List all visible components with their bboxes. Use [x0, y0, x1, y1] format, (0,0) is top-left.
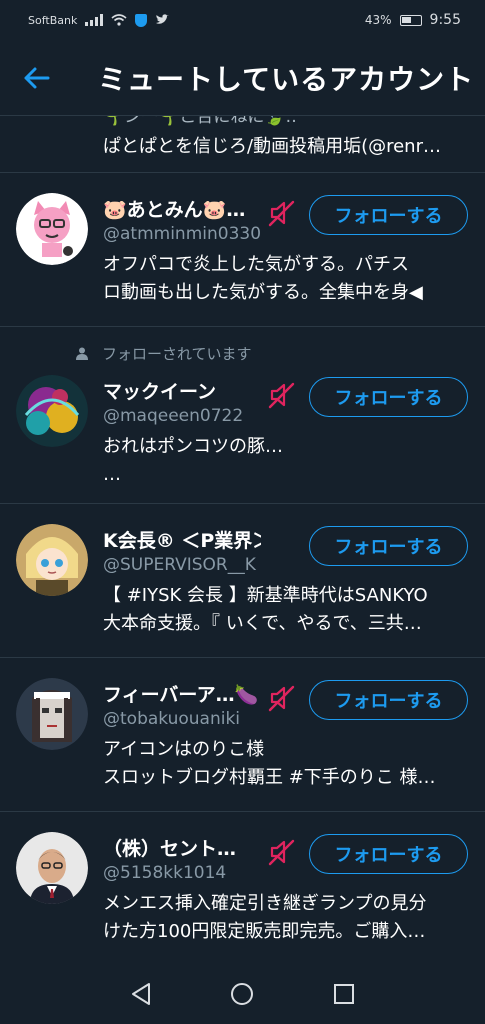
- account-bio: アイコンはのりこ様 スロットブログ村覇王 #下手のりこ 様…: [103, 739, 436, 788]
- account-name: K会長® ＜P業界＞#IY…: [103, 530, 261, 552]
- list-item[interactable]: K会長® ＜P業界＞#IY… @SUPERVISOR__K フォローする 【 #…: [0, 504, 485, 658]
- list-item[interactable]: （株）セント… @5158kk1014 フォローする メンエス挿入確定引き継ぎラ…: [0, 812, 485, 964]
- nav-home-button[interactable]: [229, 981, 255, 1007]
- battery-percent: 43%: [364, 13, 392, 27]
- list-item[interactable]: フィーバーア…🍆 @tobakuouaniki フォローする アイコンはのりこ様…: [0, 658, 485, 812]
- mute-icon[interactable]: [266, 837, 296, 867]
- account-handle: @5158kk1014: [103, 863, 227, 883]
- account-name: フィーバーア…🍆: [103, 684, 259, 706]
- followed-by-text: フォローされています: [102, 345, 252, 363]
- battery-icon: [399, 14, 422, 26]
- list-item-partial[interactable]: 🌱ンー🌱こ合にねに🍃‥ ぱとぱとを信じろ/動画投稿用垢(@renr…: [0, 116, 485, 173]
- clock: 9:55: [429, 12, 461, 28]
- follow-button[interactable]: フォローする: [309, 195, 468, 235]
- account-name: マックイーン: [103, 381, 217, 403]
- avatar[interactable]: [16, 524, 88, 596]
- follow-button[interactable]: フォローする: [309, 680, 468, 720]
- account-bio: オフパコで炎上した気がする。パチス ロ動画も出した気がする。全集中を身◀: [103, 254, 423, 303]
- account-bio: メンエス挿入確定引き継ぎランプの見分 けた方100円限定販売即完売。ご購入…: [103, 893, 427, 942]
- avatar[interactable]: [16, 832, 88, 904]
- nav-recents-button[interactable]: [331, 981, 357, 1007]
- page-title: ミュートしているアカウント: [98, 63, 475, 96]
- account-name: 🐷あとみん🐷…: [103, 199, 246, 221]
- follow-button[interactable]: フォローする: [309, 377, 468, 417]
- status-bar: SoftBank 43% 9:55: [0, 0, 485, 40]
- account-bio: 【 #IYSK 会長 】新基準時代はSANKYO 大本命支援。『 いくで、やるで…: [103, 585, 428, 634]
- mute-icon[interactable]: [266, 683, 296, 713]
- follow-button[interactable]: フォローする: [309, 834, 468, 874]
- nav-back-icon[interactable]: [130, 982, 152, 1006]
- nav-recents-icon[interactable]: [333, 983, 355, 1005]
- mute-icon[interactable]: [266, 380, 296, 410]
- wifi-icon: [111, 14, 127, 26]
- nav-back-button[interactable]: [128, 981, 154, 1007]
- muted-accounts-list[interactable]: 🌱ンー🌱こ合にねに🍃‥ ぱとぱとを信じろ/動画投稿用垢(@renr… 🐷あとみん…: [0, 116, 485, 964]
- header: ミュートしているアカウント: [0, 40, 485, 116]
- followed-by-label: フォローされています: [76, 343, 252, 364]
- twitter-bird-icon: [156, 14, 170, 24]
- person-icon: [76, 347, 88, 360]
- account-handle: @SUPERVISOR__K: [103, 555, 256, 575]
- partial-name: 🌱ンー🌱こ合にねに🍃‥: [103, 116, 297, 127]
- nav-home-icon[interactable]: [230, 982, 254, 1006]
- account-handle: @maqeeen0722: [103, 406, 244, 426]
- account-bio: おれはポンコツの豚… …: [103, 436, 283, 485]
- android-nav-bar: [0, 964, 485, 1024]
- account-handle: @atmminmin0330: [103, 224, 262, 244]
- back-arrow-icon[interactable]: [22, 64, 50, 92]
- vpn-shield-icon: [135, 13, 148, 27]
- carrier-label: SoftBank: [28, 13, 78, 27]
- status-right: 43% 9:55: [365, 12, 461, 28]
- avatar[interactable]: [16, 678, 88, 750]
- follow-button[interactable]: フォローする: [309, 526, 468, 566]
- partial-bio: ぱとぱとを信じろ/動画投稿用垢(@renr…: [103, 136, 441, 157]
- status-left: SoftBank: [28, 13, 170, 27]
- avatar[interactable]: [16, 375, 88, 447]
- avatar[interactable]: [16, 193, 88, 265]
- mute-icon[interactable]: [266, 198, 296, 228]
- list-item[interactable]: 🐷あとみん🐷… @atmminmin0330 フォローする オフパコで炎上した気…: [0, 173, 485, 327]
- list-item[interactable]: フォローされています マックイーン @maqeeen0722 フォローする おれ…: [0, 327, 485, 504]
- signal-icon: [85, 14, 104, 26]
- account-name: （株）セント…: [103, 838, 237, 860]
- account-handle: @tobakuouaniki: [103, 709, 241, 729]
